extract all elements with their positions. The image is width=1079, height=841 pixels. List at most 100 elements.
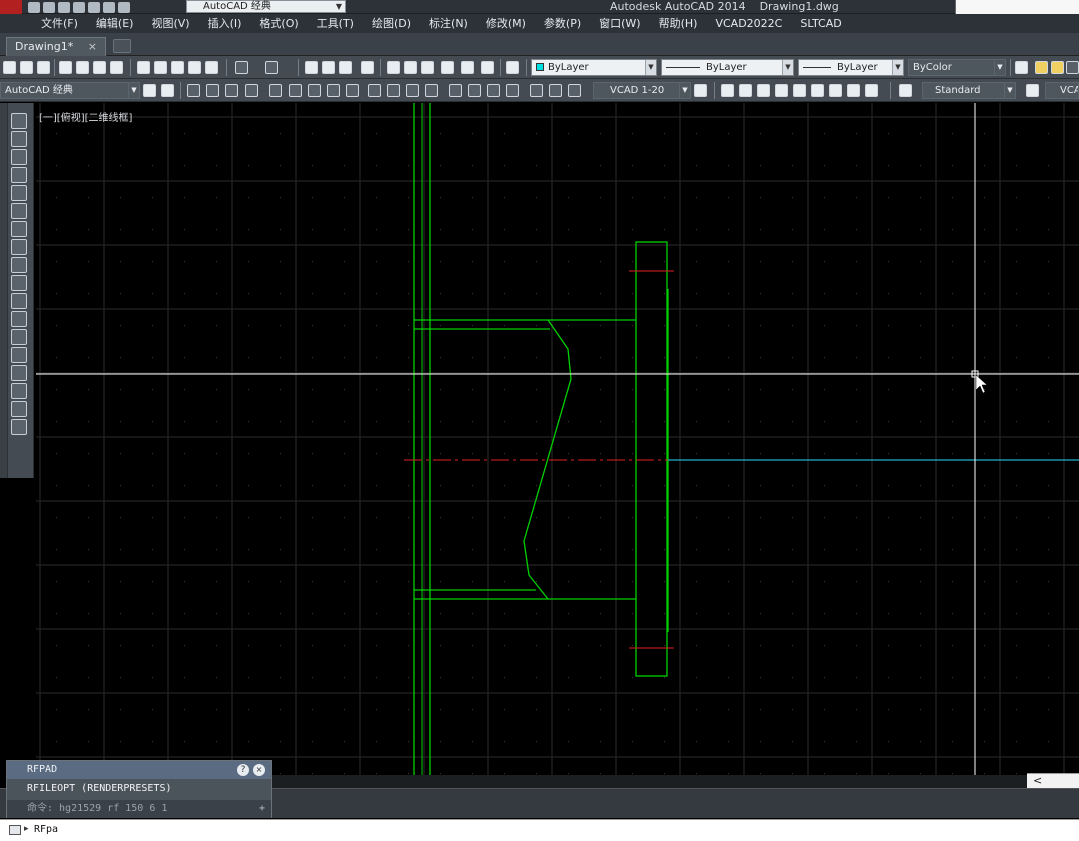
workspace-settings-icon[interactable] xyxy=(142,83,157,98)
layer-color-combo[interactable]: ByLayer ▼ xyxy=(531,59,657,76)
scale-text-icon[interactable] xyxy=(828,83,843,98)
multiline-text-icon[interactable] xyxy=(720,83,735,98)
menu-draw[interactable]: 绘图(D) xyxy=(363,14,420,33)
autocad-logo-icon[interactable] xyxy=(0,0,22,14)
continue-icon[interactable] xyxy=(386,83,401,98)
close-icon[interactable]: × xyxy=(88,38,97,55)
tolerance-icon[interactable] xyxy=(448,83,463,98)
array-icon[interactable] xyxy=(11,185,27,201)
menu-modify[interactable]: 修改(M) xyxy=(477,14,535,33)
spell-check-icon[interactable] xyxy=(792,83,807,98)
dimension-edit-icon[interactable] xyxy=(529,83,544,98)
edit-text-icon[interactable] xyxy=(756,83,771,98)
blend-icon[interactable] xyxy=(11,401,27,417)
angular-icon[interactable] xyxy=(326,83,341,98)
break-icon[interactable] xyxy=(11,329,27,345)
menu-tools[interactable]: 工具(T) xyxy=(308,14,363,33)
erase-icon[interactable] xyxy=(11,113,27,129)
aligned-dimension-icon[interactable] xyxy=(205,83,220,98)
join-icon[interactable] xyxy=(11,347,27,363)
new-icon[interactable] xyxy=(28,1,40,13)
3d-print-icon[interactable] xyxy=(109,60,124,75)
extra-style-combo[interactable]: VCA xyxy=(1045,82,1079,99)
open-icon[interactable] xyxy=(43,1,55,13)
move-icon[interactable] xyxy=(11,203,27,219)
dimension-style-icon-2[interactable] xyxy=(1025,83,1040,98)
tab-drawing1[interactable]: Drawing1* × xyxy=(6,37,106,56)
text-style-manager-icon[interactable] xyxy=(898,83,913,98)
markup-icon[interactable] xyxy=(460,60,475,75)
menu-dimension[interactable]: 标注(N) xyxy=(420,14,477,33)
plot-icon[interactable] xyxy=(88,1,100,13)
close-icon[interactable]: × xyxy=(253,764,265,776)
plot-icon[interactable] xyxy=(58,60,73,75)
properties-icon[interactable] xyxy=(386,60,401,75)
save-icon[interactable] xyxy=(36,60,51,75)
sun-icon[interactable] xyxy=(1050,60,1065,75)
jogged-linear-icon[interactable] xyxy=(505,83,520,98)
help-icon[interactable]: ? xyxy=(237,764,249,776)
block-editor-icon[interactable] xyxy=(204,60,219,75)
horizontal-scrollbar-track[interactable] xyxy=(272,775,1027,788)
publish-icon[interactable] xyxy=(92,60,107,75)
drawing-canvas[interactable]: [一][俯视][二维线框] xyxy=(36,103,1079,775)
viewport-label[interactable]: [一][俯视][二维线框] xyxy=(39,109,132,124)
menu-vcad[interactable]: VCAD2022C xyxy=(706,14,791,33)
saveas-icon[interactable] xyxy=(73,1,85,13)
find-replace-icon[interactable] xyxy=(774,83,789,98)
menu-edit[interactable]: 编辑(E) xyxy=(87,14,143,33)
mirror-icon[interactable] xyxy=(11,149,27,165)
lock-icon[interactable] xyxy=(1065,60,1079,75)
jogged-icon[interactable] xyxy=(288,83,303,98)
plot-preview-icon[interactable] xyxy=(75,60,90,75)
copy-object-icon[interactable] xyxy=(11,131,27,147)
break-icon[interactable] xyxy=(424,83,439,98)
diameter-icon[interactable] xyxy=(307,83,322,98)
command-input[interactable]: RFpa xyxy=(34,824,58,835)
text-style-icon[interactable] xyxy=(810,83,825,98)
search-box[interactable] xyxy=(955,0,1079,14)
calculator-icon[interactable] xyxy=(480,60,495,75)
trim-icon[interactable] xyxy=(11,275,27,291)
textstyle-combo[interactable]: Standard ▼ xyxy=(922,82,1016,99)
layer-manager-icon[interactable] xyxy=(1014,60,1029,75)
ordinate-icon[interactable] xyxy=(244,83,259,98)
dimension-text-edit-icon[interactable] xyxy=(548,83,563,98)
horizontal-scrollbar[interactable]: < xyxy=(1027,773,1079,788)
menu-help[interactable]: 帮助(H) xyxy=(650,14,707,33)
zoom-window-icon[interactable] xyxy=(338,60,353,75)
expand-icon[interactable]: + xyxy=(259,800,265,818)
undo-icon[interactable] xyxy=(234,60,249,75)
fillet-icon[interactable] xyxy=(11,383,27,399)
design-center-icon[interactable] xyxy=(403,60,418,75)
redo-icon[interactable] xyxy=(264,60,279,75)
baseline-icon[interactable] xyxy=(367,83,382,98)
menu-format[interactable]: 格式(O) xyxy=(250,14,307,33)
redo-icon[interactable] xyxy=(118,1,130,13)
cut-icon[interactable] xyxy=(136,60,151,75)
menu-insert[interactable]: 插入(I) xyxy=(199,14,251,33)
single-line-text-icon[interactable] xyxy=(738,83,753,98)
center-mark-icon[interactable] xyxy=(467,83,482,98)
toolbar-options-icon[interactable] xyxy=(160,83,175,98)
dimension-update-icon[interactable] xyxy=(567,83,582,98)
dimstyle-combo[interactable]: VCAD 1-20 ▼ xyxy=(593,82,691,99)
open-icon[interactable] xyxy=(19,60,34,75)
menu-file[interactable]: 文件(F) xyxy=(32,14,87,33)
space-icon[interactable] xyxy=(405,83,420,98)
menu-sltcad[interactable]: SLTCAD xyxy=(791,14,850,33)
zoom-previous-icon[interactable] xyxy=(360,60,375,75)
dimension-style-icon[interactable] xyxy=(693,83,708,98)
linear-dimension-icon[interactable] xyxy=(186,83,201,98)
lightbulb-icon[interactable] xyxy=(1034,60,1049,75)
menu-window[interactable]: 窗口(W) xyxy=(590,14,649,33)
paste-icon[interactable] xyxy=(170,60,185,75)
workspace-combo[interactable]: AutoCAD 经典 ▼ xyxy=(0,82,140,99)
save-icon[interactable] xyxy=(58,1,70,13)
help-icon[interactable] xyxy=(505,60,520,75)
inspection-icon[interactable] xyxy=(486,83,501,98)
rotate-icon[interactable] xyxy=(11,221,27,237)
tool-palettes-icon[interactable] xyxy=(420,60,435,75)
explode-icon[interactable] xyxy=(11,419,27,435)
menu-parametric[interactable]: 参数(P) xyxy=(535,14,590,33)
